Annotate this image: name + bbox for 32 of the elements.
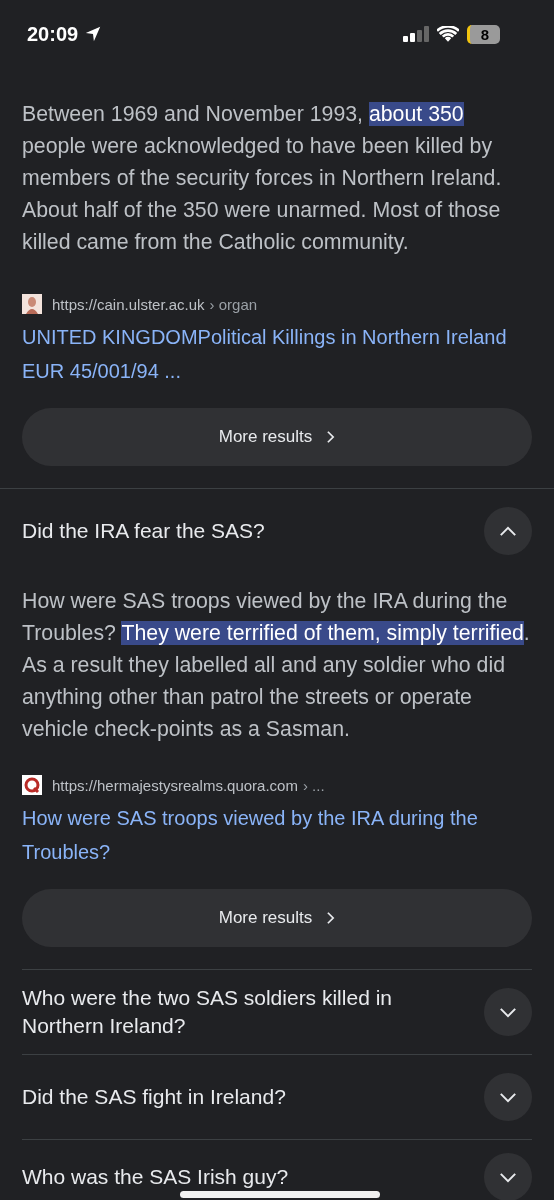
chevron-right-icon (326, 430, 336, 444)
question-text[interactable]: Who were the two SAS soldiers killed in Northern Ireland? (22, 984, 464, 1040)
home-indicator[interactable] (180, 1191, 380, 1198)
source-url[interactable]: https://hermajestysrealms.quora.com (52, 776, 298, 794)
expand-toggle-button[interactable] (484, 988, 532, 1036)
chevron-up-icon (499, 525, 517, 537)
framed-figure-icon (22, 294, 42, 314)
chevron-down-icon (499, 1171, 517, 1183)
chevron-right-icon (326, 911, 336, 925)
status-time: 20:09 (27, 22, 79, 46)
source-path: › organ (209, 295, 258, 313)
source-url[interactable]: https://cain.ulster.ac.uk (52, 295, 205, 313)
more-results-button[interactable]: More results (22, 889, 532, 947)
chevron-down-icon (499, 1091, 517, 1103)
source-path: › ... (302, 776, 325, 794)
result-link[interactable]: UNITED KINGDOMPolitical Killings in Northern Ireland EUR 45/001/94 ... (22, 320, 532, 388)
wifi-icon (436, 25, 459, 43)
expand-toggle-button[interactable] (484, 1073, 532, 1121)
chevron-down-icon (499, 1006, 517, 1018)
ring-icon (22, 775, 42, 795)
question-text[interactable]: Did the IRA fear the SAS? (22, 517, 265, 545)
result-link[interactable]: How were SAS troops viewed by the IRA during the Troubles? (22, 801, 532, 869)
answer-paragraph: How were SAS troops viewed by the IRA during the Troubles? They were terrified of them, simply terrified. As a result they labelled all and any soldier who did anything other than patrol the streets or operate vehicle check-points as a Sasman. (22, 588, 531, 743)
expand-toggle-button[interactable] (484, 507, 532, 555)
question-text[interactable]: Did the SAS fight in Ireland? (22, 1083, 286, 1111)
location-arrow-icon (84, 25, 103, 43)
answer-paragraph: Between 1969 and November 1993, about 350 people were acknowledged to have been killed by members of the security forces in Northern Ireland. About half of the 350 were unarmed. Most of those killed came from the Catholic community. (22, 101, 503, 256)
expand-toggle-button[interactable] (484, 1153, 532, 1200)
signal-icon (402, 26, 429, 42)
battery-indicator: 8 (466, 24, 500, 44)
question-text[interactable]: Who was the SAS Irish guy? (22, 1163, 289, 1191)
more-results-button[interactable]: More results (22, 408, 532, 466)
